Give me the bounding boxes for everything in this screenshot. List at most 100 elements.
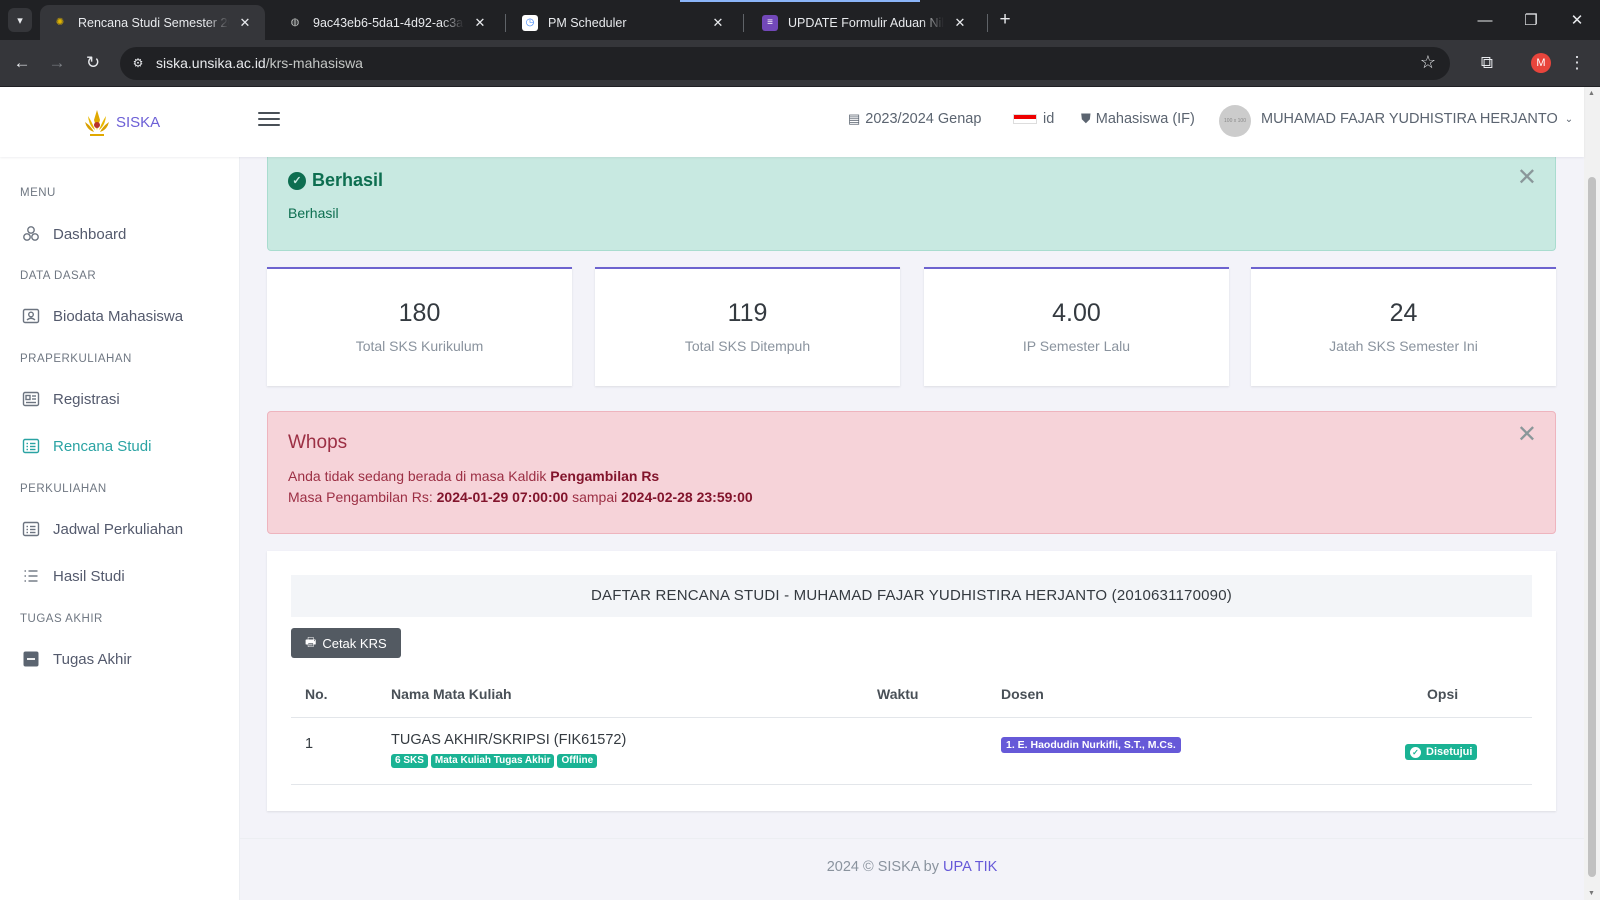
column-header-course: Nama Mata Kuliah [391, 686, 512, 702]
sidebar-item-label: Tugas Akhir [53, 650, 132, 668]
status-badge: ✓ Disetujui [1405, 744, 1478, 760]
sidebar-item-registrasi[interactable]: Registrasi [20, 388, 120, 410]
bookmark-star-icon[interactable]: ☆ [1420, 52, 1436, 73]
row-number: 1 [305, 736, 314, 752]
stat-card-jatah-sks: 24 Jatah SKS Semester Ini [1251, 267, 1556, 386]
stat-label: Total SKS Kurikulum [355, 338, 484, 354]
tab-separator [505, 14, 506, 32]
profile-card-icon [20, 305, 42, 327]
sidebar-section-title: PRAPERKULIAHAN [20, 353, 132, 365]
user-menu[interactable]: MUHAMAD FAJAR YUDHISTIRA HERJANTO ⌄ [1261, 111, 1573, 127]
scroll-up-icon[interactable]: ▲ [1588, 90, 1595, 97]
restore-icon[interactable]: ❐ [1508, 6, 1554, 34]
calendar-icon: ▤ [848, 111, 861, 126]
address-bar[interactable]: ⚙ siska.unsika.ac.id/krs-mahasiswa ☆ [120, 47, 1450, 80]
list-card-icon [20, 518, 42, 540]
course-badges: 6 SKS Mata Kuliah Tugas Akhir Offline [391, 753, 600, 768]
site-settings-icon[interactable]: ⚙ [130, 55, 146, 71]
success-alert: ✓ Berhasil Berhasil ✕ [267, 157, 1556, 251]
profile-avatar[interactable]: M [1531, 53, 1551, 73]
minimize-icon[interactable]: — [1462, 6, 1508, 34]
app-name: SISKA [116, 113, 161, 131]
sidebar-item-rencana-studi[interactable]: Rencana Studi [20, 435, 151, 457]
back-arrow-icon[interactable]: ← [9, 50, 35, 76]
browser-tab-formulir[interactable]: ≡ UPDATE Formulir Aduan Nilai F ✕ [750, 5, 980, 40]
browser-tab-rencana-studi[interactable]: ✺ Rencana Studi Semester 2023/2 ✕ [40, 5, 265, 40]
tab-title: 9ac43eb6-5da1-4d92-ac3a-652 [313, 15, 464, 30]
close-icon[interactable]: ✕ [1517, 420, 1537, 449]
column-header-options: Opsi [1427, 686, 1459, 702]
loading-indicator [680, 0, 920, 2]
column-header-lecturer: Dosen [1001, 686, 1044, 702]
stat-label: Jatah SKS Semester Ini [1329, 338, 1478, 354]
sidebar-item-jadwal[interactable]: Jadwal Perkuliahan [20, 518, 183, 540]
browser-tab-bar: ▾ ✺ Rencana Studi Semester 2023/2 ✕ ◍ 9a… [0, 0, 1600, 40]
url-text[interactable]: siska.unsika.ac.id/krs-mahasiswa [156, 55, 363, 71]
close-window-icon[interactable]: ✕ [1554, 6, 1600, 34]
semester-selector[interactable]: ▤ 2023/2024 Genap [848, 111, 981, 127]
hamburger-menu-icon[interactable] [258, 109, 280, 131]
sidebar-item-hasil-studi[interactable]: Hasil Studi [20, 565, 125, 587]
scroll-down-icon[interactable]: ▼ [1588, 890, 1595, 897]
success-alert-message: Berhasil [288, 205, 339, 221]
krs-table-title: DAFTAR RENCANA STUDI - MUHAMAD FAJAR YUD… [291, 575, 1532, 617]
browser-menu-icon[interactable]: ⋮ [1564, 50, 1590, 76]
sidebar: MENU Dashboard DATA DASAR Biodata Mahasi… [0, 157, 240, 900]
sidebar-item-dashboard[interactable]: Dashboard [20, 223, 126, 245]
status-label: Disetujui [1426, 746, 1473, 758]
check-circle-icon: ✓ [288, 171, 306, 190]
reload-icon[interactable]: ↻ [80, 50, 106, 76]
tab-search-button[interactable]: ▾ [8, 8, 32, 32]
sidebar-item-label: Jadwal Perkuliahan [53, 520, 184, 538]
new-tab-button[interactable]: + [993, 8, 1017, 32]
stat-label: IP Semester Lalu [1022, 338, 1131, 354]
role-label: Mahasiswa (IF) [1095, 111, 1195, 127]
footer-link[interactable]: UPA TIK [943, 859, 997, 875]
sidebar-section-title: DATA DASAR [20, 270, 97, 282]
extensions-icon[interactable]: ⧉ [1474, 50, 1500, 76]
print-krs-label: Cetak KRS [322, 635, 387, 651]
unsika-icon: ✺ [55, 17, 65, 28]
close-tab-icon[interactable]: ✕ [952, 15, 968, 31]
print-krs-button[interactable]: 🖶 Cetak KRS [291, 628, 401, 658]
sidebar-item-biodata[interactable]: Biodata Mahasiswa [20, 305, 183, 327]
warning-line-1: Anda tidak sedang berada di masa Kaldik … [288, 468, 660, 484]
sidebar-item-label: Biodata Mahasiswa [53, 307, 184, 325]
shield-icon: ⛊ [1081, 111, 1091, 126]
forms-icon: ≡ [762, 14, 778, 31]
badge-course-type: Mata Kuliah Tugas Akhir [430, 754, 555, 768]
stat-value: 119 [727, 299, 768, 327]
warning-alert: Whops Anda tidak sedang berada di masa K… [267, 411, 1556, 534]
stat-value: 24 [1389, 299, 1418, 327]
close-tab-icon[interactable]: ✕ [472, 15, 488, 31]
stat-value: 4.00 [1052, 299, 1101, 327]
tab-title: UPDATE Formulir Aduan Nilai F [788, 15, 944, 30]
check-circle-icon: ✓ [1410, 746, 1421, 758]
table-header-divider [291, 717, 1532, 718]
browser-tab-pm-scheduler[interactable]: ◷ PM Scheduler ✕ [510, 5, 738, 40]
page-scrollbar[interactable]: ▲ ▼ [1584, 87, 1600, 900]
stat-card-ip-semester-lalu: 4.00 IP Semester Lalu [924, 267, 1229, 386]
course-name: TUGAS AKHIR/SKRIPSI (FIK61572) [391, 732, 627, 748]
footer-text: 2024 © SISKA by [826, 859, 939, 875]
app-logo[interactable]: SISKA [82, 106, 160, 138]
close-tab-icon[interactable]: ✕ [237, 15, 253, 31]
success-alert-title: ✓ Berhasil [288, 170, 383, 191]
krs-card: DAFTAR RENCANA STUDI - MUHAMAD FAJAR YUD… [267, 551, 1556, 811]
scrollbar-thumb[interactable] [1588, 177, 1596, 877]
browser-tab-2[interactable]: ◍ 9ac43eb6-5da1-4d92-ac3a-652 ✕ [275, 5, 500, 40]
forward-arrow-icon[interactable]: → [44, 50, 70, 76]
close-tab-icon[interactable]: ✕ [710, 15, 726, 31]
user-avatar[interactable]: 100 x 100 [1219, 105, 1251, 137]
lecturer-badge: 1. E. Haodudin Nurkifli, S.T., M.Cs. [1001, 737, 1181, 753]
lecturer-cell: 1. E. Haodudin Nurkifli, S.T., M.Cs. [1001, 736, 1184, 753]
minus-square-icon [20, 648, 42, 670]
stat-card-total-sks-ditempuh: 119 Total SKS Ditempuh [595, 267, 900, 386]
close-icon[interactable]: ✕ [1517, 163, 1537, 192]
page-header: SISKA ▤ 2023/2024 Genap id ⛊ Mahasiswa (… [0, 87, 1584, 157]
sidebar-section-title: TUGAS AKHIR [20, 613, 103, 625]
language-selector[interactable]: id [1013, 111, 1054, 127]
sidebar-item-tugas-akhir[interactable]: Tugas Akhir [20, 648, 132, 670]
column-header-time: Waktu [877, 686, 919, 702]
role-selector[interactable]: ⛊ Mahasiswa (IF) [1081, 111, 1195, 127]
